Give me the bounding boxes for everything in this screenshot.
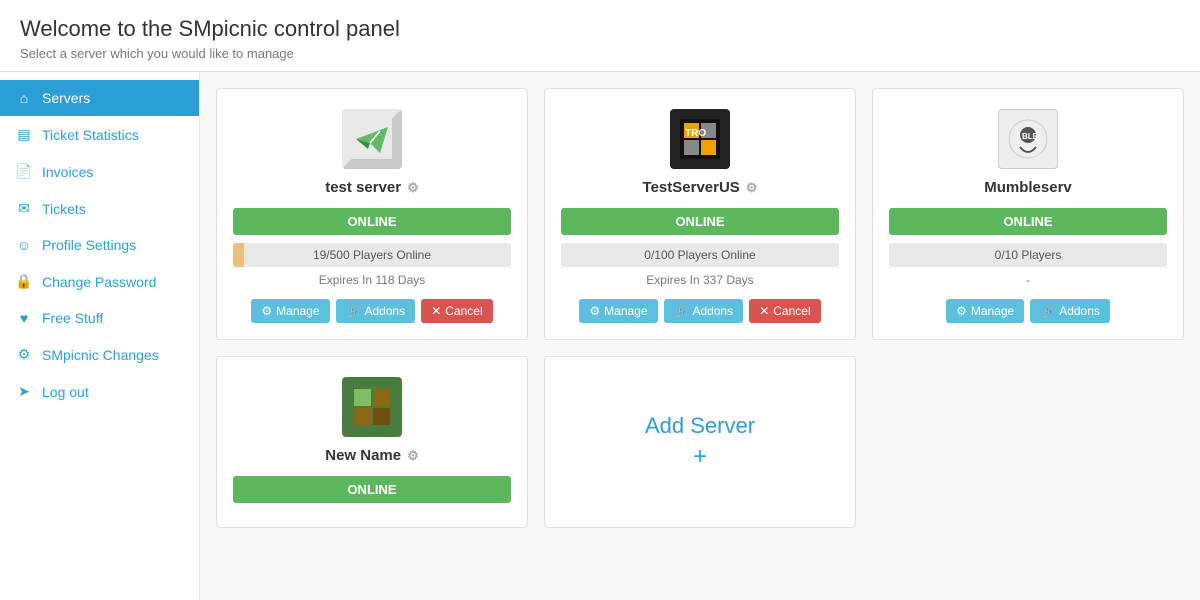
addons-icon-1: 🔗 — [674, 304, 689, 318]
server-buttons-0: ⚙ Manage 🔗 Addons ✕ Cancel — [251, 299, 492, 323]
server-icon-2: BLE — [998, 109, 1058, 169]
page-subtitle: Select a server which you would like to … — [20, 46, 1180, 61]
addons-icon-2: 🔗 — [1040, 304, 1055, 318]
server-status-3: ONLINE — [233, 476, 511, 503]
file-icon: 📄 — [14, 163, 34, 180]
server-status-2: ONLINE — [889, 208, 1167, 235]
cancel-icon-1: ✕ — [759, 304, 769, 318]
add-server-card[interactable]: Add Server + — [544, 356, 856, 528]
page-title: Welcome to the SMpicnic control panel — [20, 16, 1180, 42]
server-card-2: BLE Mumbleserv ONLINE 0/10 Players - — [872, 88, 1184, 340]
gear-btn-icon-1: ⚙ — [589, 304, 600, 318]
gear-btn-icon-2: ⚙ — [956, 304, 967, 318]
players-text-1: 0/100 Players Online — [644, 248, 755, 262]
server-players-2: 0/10 Players — [889, 243, 1167, 267]
sidebar: ⌂ Servers ▤ Ticket Statistics 📄 Invoices… — [0, 72, 200, 600]
server-players-1: 0/100 Players Online — [561, 243, 839, 267]
paper-plane-svg — [352, 119, 392, 159]
sidebar-item-profile-settings[interactable]: ☺ Profile Settings — [0, 227, 199, 263]
chart-icon: ▤ — [14, 126, 34, 143]
sidebar-item-invoices[interactable]: 📄 Invoices — [0, 153, 199, 190]
addons-button-2[interactable]: 🔗 Addons — [1030, 299, 1110, 323]
content-area: ⌂ Servers ▤ Ticket Statistics 📄 Invoices… — [0, 72, 1200, 600]
server-name-1: TestServerUS ⚙ — [643, 179, 758, 196]
sidebar-item-free-stuff[interactable]: ♥ Free Stuff — [0, 300, 199, 336]
server-card-0: test server ⚙ ONLINE 19/500 Players Onli… — [216, 88, 528, 340]
add-server-plus-icon: + — [693, 443, 707, 471]
server-settings-icon-1[interactable]: ⚙ — [746, 180, 758, 196]
server-name-0: test server ⚙ — [325, 179, 419, 196]
signout-icon: ➤ — [14, 383, 34, 400]
cancel-button-0[interactable]: ✕ Cancel — [421, 299, 492, 323]
addons-button-0[interactable]: 🔗 Addons — [336, 299, 416, 323]
server-card-1: TRO TestServerUS ⚙ ONLINE 0/100 Players … — [544, 88, 856, 340]
server-status-1: ONLINE — [561, 208, 839, 235]
server-icon-3 — [342, 377, 402, 437]
cancel-icon-0: ✕ — [431, 304, 441, 318]
addons-icon-0: 🔗 — [346, 304, 361, 318]
server-buttons-1: ⚙ Manage 🔗 Addons ✕ Cancel — [579, 299, 820, 323]
server-card-3: New Name ⚙ ONLINE — [216, 356, 528, 528]
sidebar-item-servers[interactable]: ⌂ Servers — [0, 80, 199, 116]
add-server-label: Add Server — [645, 413, 755, 439]
lock-icon: 🔒 — [14, 273, 34, 290]
server-buttons-2: ⚙ Manage 🔗 Addons — [946, 299, 1110, 323]
server-icon-1: TRO — [670, 109, 730, 169]
heart-icon: ♥ — [14, 310, 34, 326]
players-text-0: 19/500 Players Online — [313, 248, 431, 262]
minecraft-svg — [352, 387, 392, 427]
gear-icon: ⚙ — [14, 346, 34, 363]
sidebar-item-ticket-statistics[interactable]: ▤ Ticket Statistics — [0, 116, 199, 153]
svg-text:TRO: TRO — [685, 128, 706, 139]
server-icon-0 — [342, 109, 402, 169]
addons-button-1[interactable]: 🔗 Addons — [664, 299, 744, 323]
tro-svg: TRO — [680, 119, 720, 159]
manage-button-2[interactable]: ⚙ Manage — [946, 299, 1024, 323]
envelope-icon: ✉ — [14, 200, 34, 217]
server-grid: test server ⚙ ONLINE 19/500 Players Onli… — [216, 88, 1184, 528]
gear-btn-icon-0: ⚙ — [261, 304, 272, 318]
page-wrapper: Welcome to the SMpicnic control panel Se… — [0, 0, 1200, 600]
server-status-0: ONLINE — [233, 208, 511, 235]
cancel-button-1[interactable]: ✕ Cancel — [749, 299, 820, 323]
manage-button-0[interactable]: ⚙ Manage — [251, 299, 329, 323]
main-content: test server ⚙ ONLINE 19/500 Players Onli… — [200, 72, 1200, 600]
server-settings-icon-3[interactable]: ⚙ — [407, 448, 419, 464]
server-name-3: New Name ⚙ — [325, 447, 419, 464]
players-text-2: 0/10 Players — [995, 248, 1062, 262]
server-expires-1: Expires In 337 Days — [646, 273, 753, 287]
sidebar-item-log-out[interactable]: ➤ Log out — [0, 373, 199, 410]
sidebar-item-tickets[interactable]: ✉ Tickets — [0, 190, 199, 227]
server-name-2: Mumbleserv — [984, 179, 1072, 196]
server-expires-0: Expires In 118 Days — [319, 273, 426, 287]
sidebar-item-smpicnic-changes[interactable]: ⚙ SMpicnic Changes — [0, 336, 199, 373]
user-icon: ☺ — [14, 237, 34, 253]
manage-button-1[interactable]: ⚙ Manage — [579, 299, 657, 323]
header: Welcome to the SMpicnic control panel Se… — [0, 0, 1200, 72]
home-icon: ⌂ — [14, 90, 34, 106]
players-fill-0 — [233, 243, 244, 267]
server-players-0: 19/500 Players Online — [233, 243, 511, 267]
server-expires-2: - — [1026, 273, 1030, 287]
svg-text:BLE: BLE — [1022, 132, 1039, 141]
mumble-svg: BLE — [1008, 119, 1048, 159]
server-settings-icon-0[interactable]: ⚙ — [407, 180, 419, 196]
sidebar-item-change-password[interactable]: 🔒 Change Password — [0, 263, 199, 300]
